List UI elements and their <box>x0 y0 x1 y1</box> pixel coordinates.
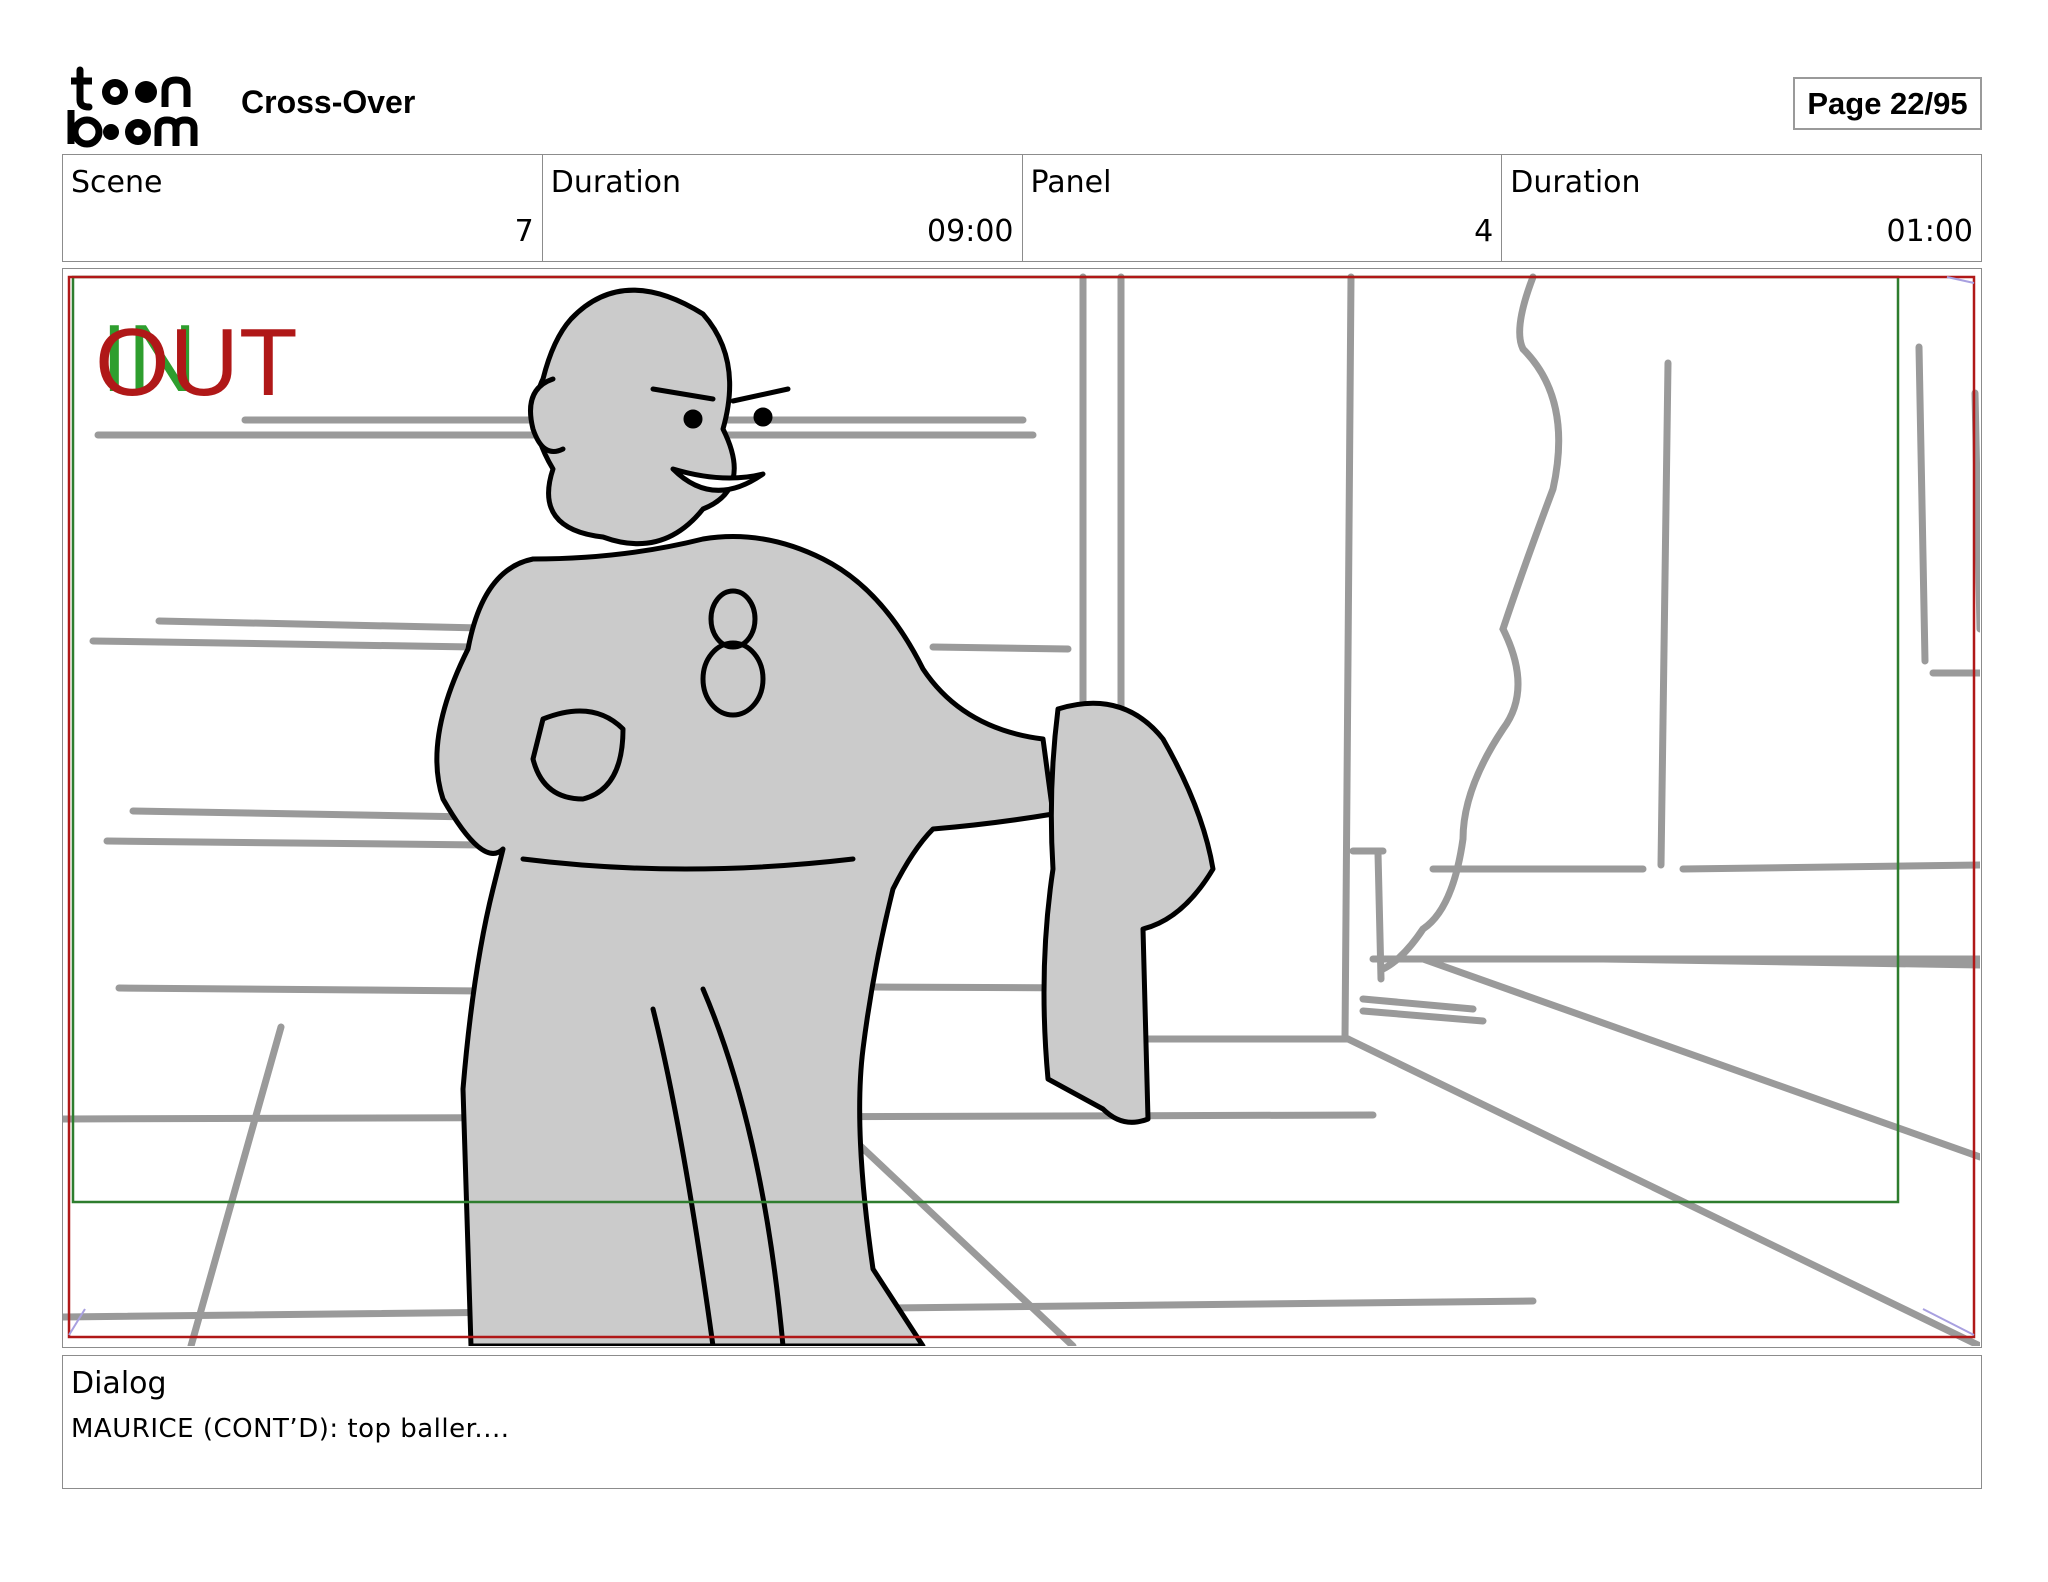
out-marker: OUT <box>95 309 298 416</box>
panel-value: 4 <box>1474 214 1494 249</box>
storyboard-panel: IN OUT <box>62 268 1982 1348</box>
scene-duration-cell: Duration 09:00 <box>543 155 1023 261</box>
scene-label: Scene <box>71 165 163 200</box>
panel-duration-value: 01:00 <box>1886 214 1973 249</box>
panel-duration-label: Duration <box>1510 165 1641 200</box>
dialog-box: Dialog MAURICE (CONT’D): top baller.... <box>62 1355 1982 1489</box>
page-indicator: Page 22/95 <box>1793 77 1982 130</box>
toon-boom-logo <box>66 66 216 148</box>
character-maurice <box>434 287 1216 1346</box>
scene-info-table: Scene 7 Duration 09:00 Panel 4 Duration … <box>62 154 1982 262</box>
panel-cell: Panel 4 <box>1023 155 1503 261</box>
dialog-label: Dialog <box>71 1366 167 1401</box>
project-title: Cross-Over <box>241 84 416 120</box>
panel-duration-cell: Duration 01:00 <box>1502 155 1981 261</box>
panel-drawing: IN OUT <box>63 273 1980 1346</box>
panel-label: Panel <box>1030 165 1112 200</box>
dialog-text: MAURICE (CONT’D): top baller.... <box>71 1414 510 1444</box>
scene-duration-label: Duration <box>550 165 682 200</box>
scene-cell: Scene 7 <box>63 155 543 261</box>
scene-value: 7 <box>514 214 534 249</box>
scene-duration-value: 09:00 <box>927 214 1014 249</box>
